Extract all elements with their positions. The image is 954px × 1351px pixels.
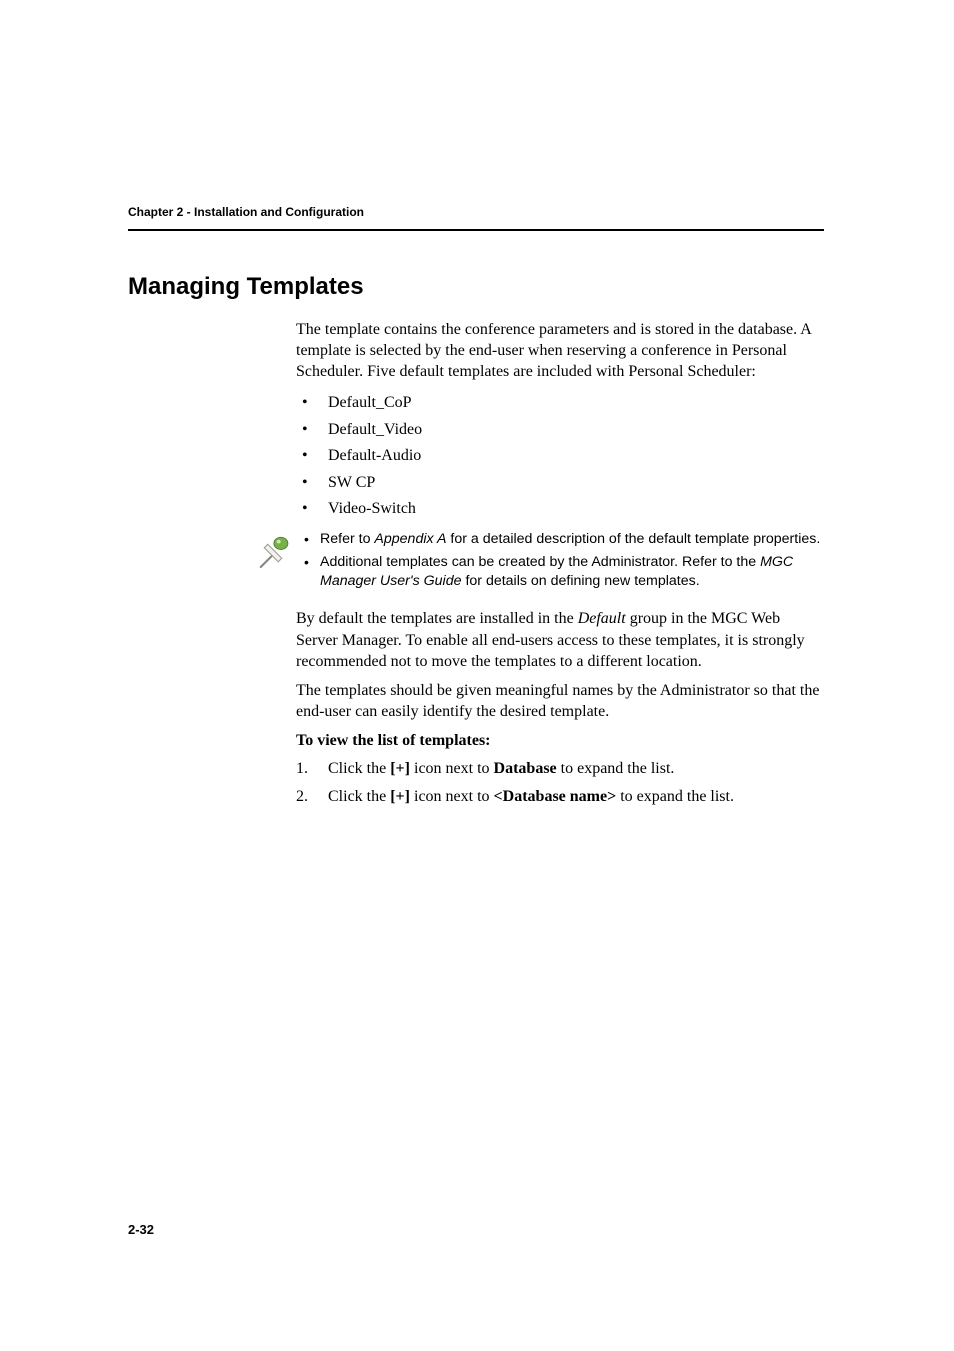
text-bold: [+] bbox=[390, 788, 410, 805]
section-title: Managing Templates bbox=[128, 273, 824, 301]
step-item: 1. Click the [+] icon next to Database t… bbox=[296, 756, 824, 784]
step-number: 1. bbox=[296, 757, 308, 780]
list-item: Video-Switch bbox=[296, 496, 824, 522]
note-text: Additional templates can be created by t… bbox=[320, 554, 760, 570]
text-run: to expand the list. bbox=[557, 760, 675, 777]
chapter-header: Chapter 2 - Installation and Configurati… bbox=[128, 205, 824, 219]
template-list: Default_CoP Default_Video Default-Audio … bbox=[296, 390, 824, 522]
text-run: to expand the list. bbox=[616, 788, 734, 805]
note-item: Additional templates can be created by t… bbox=[302, 553, 824, 594]
note-item: Refer to Appendix A for a detailed descr… bbox=[302, 530, 824, 553]
list-item: SW CP bbox=[296, 470, 824, 496]
text-bold: Database bbox=[494, 760, 557, 777]
page-number: 2-32 bbox=[128, 1222, 154, 1237]
body-content: The template contains the conference par… bbox=[296, 319, 824, 522]
list-item: Default_Video bbox=[296, 417, 824, 443]
note-list: Refer to Appendix A for a detailed descr… bbox=[302, 530, 824, 594]
note-text: for a detailed description of the defaul… bbox=[446, 531, 820, 547]
paragraph: The templates should be given meaningful… bbox=[296, 680, 824, 722]
header-rule bbox=[128, 229, 824, 231]
note-pushpin-icon bbox=[252, 532, 294, 574]
paragraph: By default the templates are installed i… bbox=[296, 608, 824, 671]
text-bold: [+] bbox=[390, 760, 410, 777]
text-run: icon next to bbox=[410, 788, 494, 805]
intro-paragraph: The template contains the conference par… bbox=[296, 319, 824, 382]
note-text: Refer to bbox=[320, 531, 374, 547]
text-run: Click the bbox=[328, 760, 390, 777]
text-italic: Default bbox=[578, 610, 626, 627]
note-italic: Appendix A bbox=[374, 531, 446, 547]
note-block: Refer to Appendix A for a detailed descr… bbox=[252, 530, 824, 594]
text-run: By default the templates are installed i… bbox=[296, 610, 578, 627]
steps-title: To view the list of templates: bbox=[296, 732, 824, 750]
list-item: Default-Audio bbox=[296, 443, 824, 469]
document-page: Chapter 2 - Installation and Configurati… bbox=[0, 0, 954, 1351]
step-item: 2. Click the [+] icon next to <Database … bbox=[296, 784, 824, 812]
text-run: Click the bbox=[328, 788, 390, 805]
body-content: By default the templates are installed i… bbox=[296, 608, 824, 812]
text-run: icon next to bbox=[410, 760, 494, 777]
step-number: 2. bbox=[296, 785, 308, 808]
note-text: for details on defining new templates. bbox=[462, 573, 700, 589]
steps-list: 1. Click the [+] icon next to Database t… bbox=[296, 756, 824, 812]
list-item: Default_CoP bbox=[296, 390, 824, 416]
text-bold: <Database name> bbox=[494, 788, 617, 805]
